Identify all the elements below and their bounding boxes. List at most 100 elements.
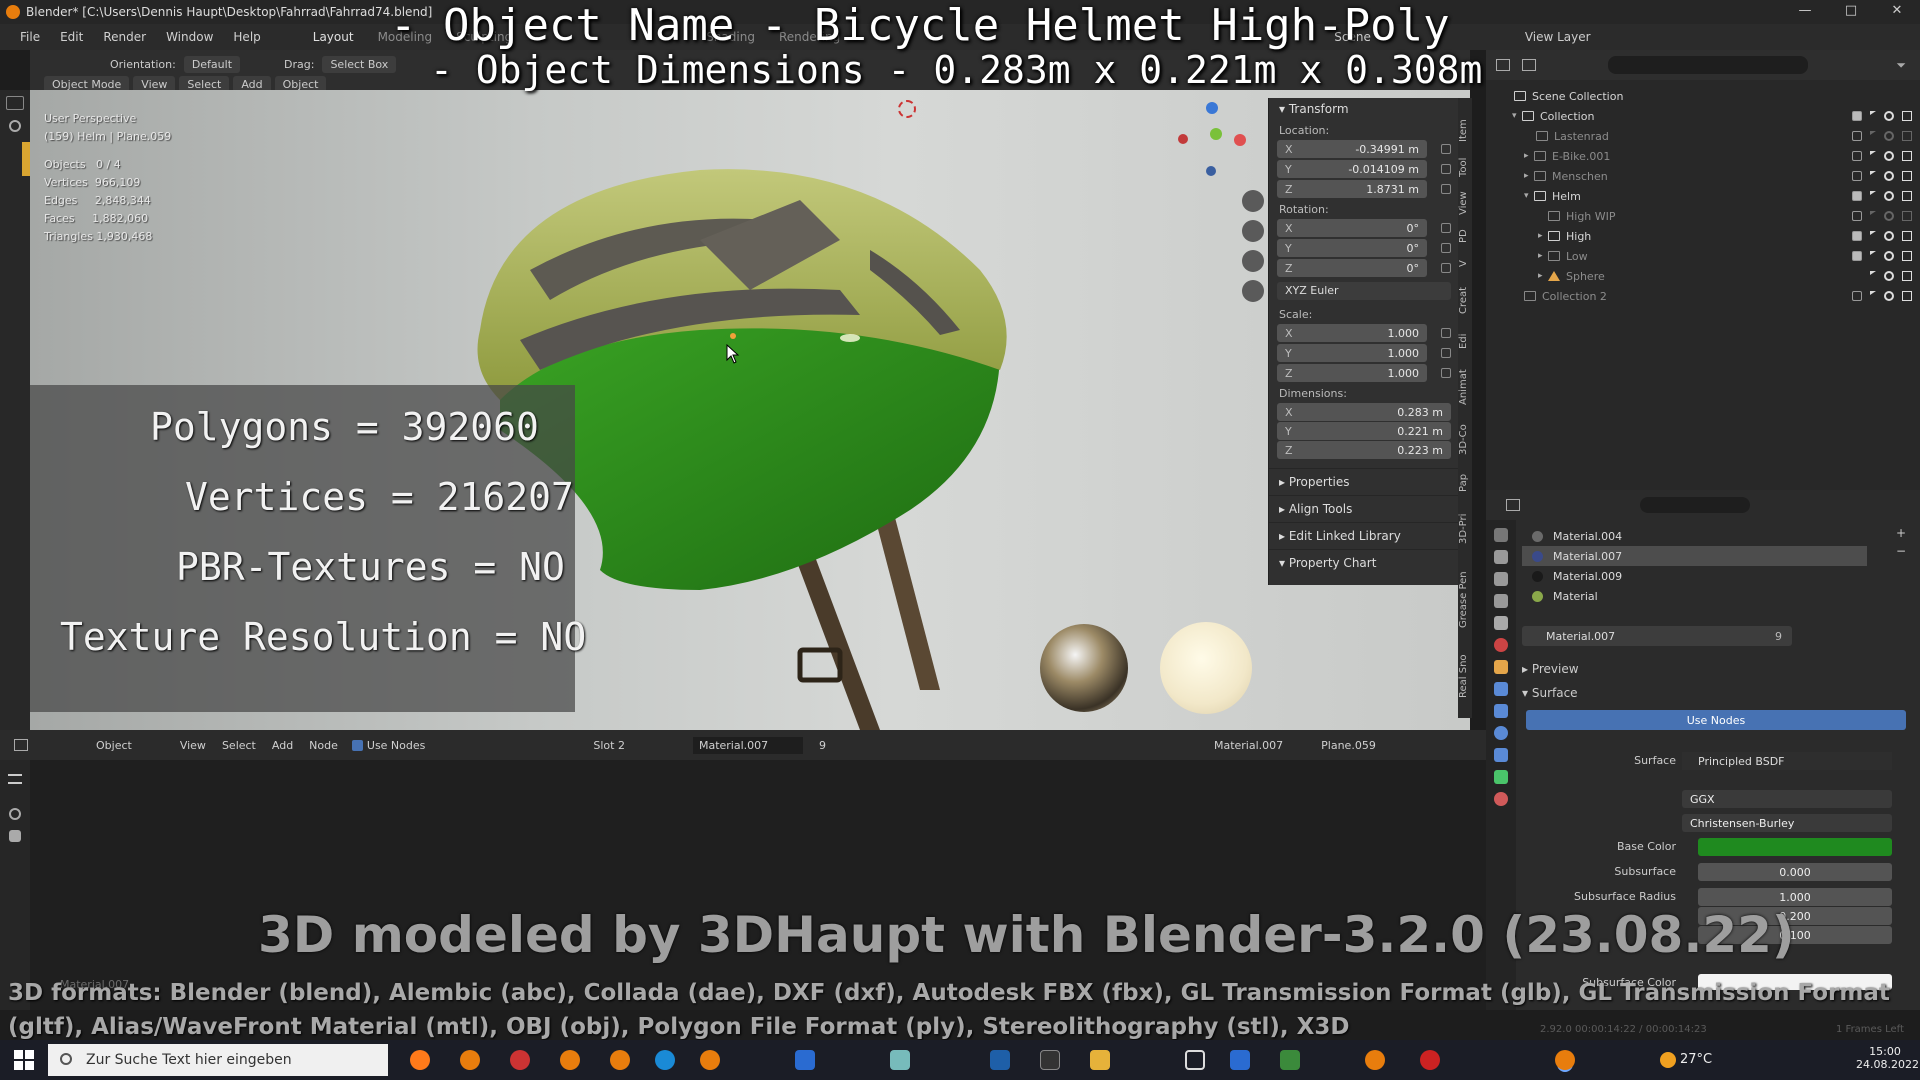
expand-icon[interactable]: ▸ [1538, 251, 1548, 261]
editor-type-icon[interactable] [1496, 59, 1510, 71]
vtab-pap[interactable]: Pap [1458, 468, 1472, 498]
node-editor-type-icon[interactable] [14, 739, 28, 751]
display-mode-icon[interactable] [1522, 59, 1536, 71]
pan-hand-icon[interactable] [1242, 220, 1264, 242]
vtab-grease-pencil[interactable]: Grease Pen [1458, 560, 1472, 640]
property-chart-section[interactable]: ▾ Property Chart [1269, 549, 1458, 576]
node-menu-node[interactable]: Node [309, 739, 338, 752]
rotation-mode-dropdown[interactable]: XYZ Euler [1277, 282, 1451, 300]
material-slot-material-004[interactable]: Material.004 [1522, 526, 1867, 546]
rotation-z-field[interactable]: Z 0° [1277, 259, 1427, 277]
material-slot-material-007[interactable]: Material.007 [1522, 546, 1867, 566]
expand-icon[interactable]: ▾ [1512, 111, 1522, 121]
zoom-icon[interactable] [1242, 190, 1264, 212]
outliner-row-low[interactable]: ▸ Low [1486, 246, 1920, 266]
rotation-y-field[interactable]: Y 0° [1277, 239, 1427, 257]
edge-icon[interactable] [655, 1050, 675, 1070]
maximize-button[interactable]: □ [1828, 0, 1874, 24]
object-tab-icon[interactable] [1494, 660, 1508, 674]
vtab-view[interactable]: View [1458, 188, 1472, 218]
base-color-swatch[interactable] [1698, 838, 1892, 856]
outliner-row-helm[interactable]: ▾ Helm [1486, 186, 1920, 206]
lock-icon[interactable] [1441, 263, 1451, 273]
use-nodes-checkbox[interactable] [351, 739, 363, 751]
location-z-field[interactable]: Z 1.8731 m [1277, 180, 1427, 198]
slot-dropdown[interactable]: Slot 2 [593, 739, 625, 752]
vtab-edit[interactable]: Edi [1458, 326, 1472, 356]
file-explorer-icon[interactable] [1090, 1050, 1110, 1070]
material-datablock-field[interactable]: Material.007 9 [1522, 626, 1792, 646]
properties-section[interactable]: ▸ Properties [1269, 468, 1458, 495]
app-icon[interactable] [1420, 1050, 1440, 1070]
data-tab-icon[interactable] [1494, 770, 1508, 784]
vtab-item[interactable]: Item [1458, 116, 1472, 146]
zoom-icon[interactable] [9, 808, 21, 820]
terminal-icon[interactable] [1040, 1050, 1060, 1070]
close-button[interactable]: ✕ [1874, 0, 1920, 24]
menu-window[interactable]: Window [166, 30, 213, 44]
transform-header[interactable]: ▾ Transform [1269, 98, 1458, 120]
surface-section[interactable]: ▾ Surface [1522, 686, 1578, 700]
grid-icon[interactable] [1242, 280, 1264, 302]
dimensions-z-field[interactable]: Z 0.223 m [1277, 441, 1451, 459]
expand-icon[interactable]: ▸ [1524, 171, 1534, 181]
rotation-x-field[interactable]: X 0° [1277, 219, 1427, 237]
drag-dropdown[interactable]: Select Box [322, 56, 397, 73]
vtab-tool[interactable]: Tool [1458, 152, 1472, 182]
3d-box-icon[interactable] [1185, 1050, 1205, 1070]
outliner-row-high-wip[interactable]: High WIP [1486, 206, 1920, 226]
scene-collection-row[interactable]: Scene Collection [1486, 86, 1920, 106]
use-nodes-button[interactable]: Use Nodes [1526, 710, 1906, 730]
distribution-dropdown[interactable]: GGX [1682, 790, 1892, 808]
expand-icon[interactable]: ▸ [1538, 231, 1548, 241]
taskbar-search-input[interactable]: Zur Suche Text hier eingeben [48, 1044, 388, 1076]
outliner-row-sphere[interactable]: ▸ Sphere [1486, 266, 1920, 286]
properties-editor-icon[interactable] [1506, 499, 1520, 511]
blender-icon[interactable] [610, 1050, 630, 1070]
orientation-dropdown[interactable]: Default [183, 56, 241, 73]
chrome-icon[interactable] [510, 1050, 530, 1070]
minimize-button[interactable]: — [1782, 0, 1828, 24]
lock-icon[interactable] [1441, 144, 1451, 154]
3d-viewport[interactable]: User Perspective (159) Helm | Plane.059 … [30, 90, 1470, 730]
edit-linked-library-section[interactable]: ▸ Edit Linked Library [1269, 522, 1458, 549]
view-layer-selector[interactable]: View Layer [1525, 30, 1591, 44]
world-tab-icon[interactable] [1494, 638, 1508, 652]
location-x-field[interactable]: X -0.34991 m [1277, 140, 1427, 158]
scale-y-field[interactable]: Y 1.000 [1277, 344, 1427, 362]
lock-icon[interactable] [1441, 328, 1451, 338]
scale-z-field[interactable]: Z 1.000 [1277, 364, 1427, 382]
clock[interactable]: 15:00 24.08.2022 [1856, 1045, 1919, 1071]
material-slot-material[interactable]: Material [1522, 586, 1867, 606]
search-icon[interactable] [9, 120, 21, 132]
vtab-pd[interactable]: PD [1458, 224, 1472, 248]
object-type-dropdown[interactable]: Object [96, 739, 132, 752]
filter-icon[interactable]: ⏷ [1896, 58, 1906, 73]
location-y-field[interactable]: Y -0.014109 m [1277, 160, 1427, 178]
mail-icon[interactable] [795, 1050, 815, 1070]
vtab-create[interactable]: Creat [1458, 280, 1472, 320]
outliner-row-lastenrad[interactable]: Lastenrad [1486, 126, 1920, 146]
lock-icon[interactable] [1441, 243, 1451, 253]
vtab-real-snow[interactable]: Real Sno [1458, 646, 1472, 706]
outliner-row-ebike[interactable]: ▸ E-Bike.001 [1486, 146, 1920, 166]
tab-layout[interactable]: Layout [313, 30, 354, 44]
notepad-icon[interactable] [890, 1050, 910, 1070]
app-icon[interactable] [990, 1050, 1010, 1070]
render-tab-icon[interactable] [1494, 550, 1508, 564]
windows-start-icon[interactable] [14, 1050, 34, 1070]
select-tool-icon[interactable] [6, 96, 24, 110]
outliner-row-high[interactable]: ▸ High [1486, 226, 1920, 246]
vtab-animation[interactable]: Animat [1458, 362, 1472, 412]
menu-edit[interactable]: Edit [60, 30, 83, 44]
app-icon[interactable] [1280, 1050, 1300, 1070]
blender-icon[interactable] [1365, 1050, 1385, 1070]
lock-icon[interactable] [1441, 368, 1451, 378]
properties-search-input[interactable] [1640, 497, 1750, 513]
expand-icon[interactable]: ▾ [1524, 191, 1534, 201]
expand-icon[interactable]: ▸ [1538, 271, 1548, 281]
pan-hand-icon[interactable] [9, 830, 21, 842]
scene-tab-icon[interactable] [1494, 616, 1508, 630]
menu-help[interactable]: Help [233, 30, 260, 44]
menu-icon[interactable] [8, 774, 22, 784]
